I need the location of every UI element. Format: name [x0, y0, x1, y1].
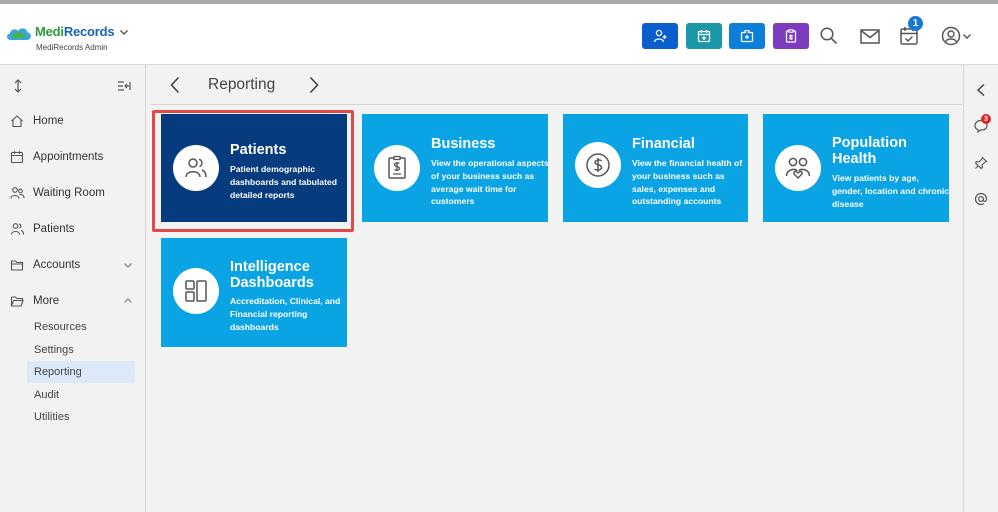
sidebar-subitem-audit[interactable]: Audit [27, 384, 135, 406]
sidebar-item-label: Accounts [33, 259, 81, 271]
sidebar-subitem-utilities[interactable]: Utilities [27, 406, 135, 428]
patients-icon [173, 145, 219, 191]
dashboard-layout-icon [173, 268, 219, 314]
at-sign-icon [974, 192, 988, 206]
right-rail: 3 [963, 65, 998, 512]
tile-business[interactable]: Business View the operational aspects of… [362, 114, 549, 222]
chevron-up-icon [124, 298, 132, 303]
back-button[interactable] [167, 75, 183, 95]
chevron-right-icon [309, 76, 319, 94]
sidebar-item-label: Waiting Room [33, 187, 105, 199]
new-appointment-button[interactable] [686, 23, 722, 49]
collapse-sidebar-button[interactable] [116, 78, 132, 94]
pin-button[interactable] [972, 154, 990, 172]
search-button[interactable] [817, 24, 841, 48]
tile-intelligence-dashboards[interactable]: Intelligence Dashboards Accreditation, C… [161, 238, 347, 347]
app-header: MediRecords MediRecords Admin 1 [0, 4, 998, 65]
folder-open-icon [9, 293, 25, 309]
tile-description: View the financial health of your busine… [632, 158, 743, 207]
expand-panel-button[interactable] [972, 81, 990, 99]
forward-button[interactable] [306, 75, 322, 95]
folder-icon [9, 257, 25, 273]
sidebar-item-patients[interactable]: Patients [9, 218, 137, 240]
sidebar-subitem-reporting[interactable]: Reporting [27, 361, 135, 383]
tile-patients[interactable]: Patients Patient demographic dashboards … [161, 114, 347, 222]
sidebar-item-more[interactable]: More [9, 290, 137, 312]
pin-icon [974, 156, 988, 170]
people-heart-icon [775, 145, 821, 191]
sidebar-item-waiting-room[interactable]: Waiting Room [9, 182, 137, 204]
sidebar-item-label: More [33, 295, 60, 307]
resize-vertical-button[interactable] [10, 78, 26, 94]
user-menu-button[interactable] [937, 24, 975, 48]
person-add-icon [653, 29, 667, 43]
collapse-menu-icon [118, 81, 131, 91]
chevron-left-icon [976, 83, 985, 97]
people-icon [9, 185, 25, 201]
tile-population-health[interactable]: Population Health View patients by age, … [763, 114, 949, 222]
sidebar-item-accounts[interactable]: Accounts [9, 254, 137, 276]
tile-description: View patients by age, gender, location a… [832, 173, 949, 209]
chevron-down-icon [124, 263, 132, 268]
page-title: Reporting [208, 76, 276, 93]
sidebar-item-home[interactable]: Home [9, 110, 137, 132]
clipboard-icon [785, 29, 797, 43]
mention-button[interactable] [972, 190, 990, 208]
search-icon [820, 27, 838, 45]
chevron-down-icon [963, 34, 971, 39]
calendar-icon [9, 149, 25, 165]
add-patient-button[interactable] [642, 23, 678, 49]
sidebar-subitem-settings[interactable]: Settings [27, 339, 135, 361]
tile-title: Business [431, 136, 496, 152]
messages-button[interactable] [858, 24, 882, 48]
sidebar-item-label: Appointments [33, 151, 104, 163]
brand-name: MediRecords [35, 24, 115, 39]
tile-title: Intelligence Dashboards [230, 259, 314, 291]
calendar-add-icon [697, 30, 711, 43]
chevron-down-icon [120, 30, 129, 35]
sidebar-item-label: Home [33, 115, 64, 127]
sidebar-subitem-resources[interactable]: Resources [27, 316, 135, 338]
tile-description: Accreditation, Clinical, and Financial r… [230, 296, 341, 332]
sidebar: Home Appointments Waiting Room Patients … [0, 65, 146, 512]
user-avatar-icon [941, 26, 961, 46]
cloud-logo-icon [7, 28, 31, 40]
tile-title: Financial [632, 136, 695, 152]
brand-switcher[interactable]: MediRecords MediRecords Admin [5, 24, 129, 60]
sidebar-item-label: Patients [33, 223, 75, 235]
tile-description: Patient demographic dashboards and tabul… [230, 164, 337, 200]
tile-financial[interactable]: Financial View the financial health of y… [563, 114, 748, 222]
medical-kit-button[interactable] [729, 23, 765, 49]
tile-title: Patients [230, 142, 287, 158]
home-icon [9, 113, 25, 129]
mail-icon [860, 29, 880, 44]
sidebar-item-appointments[interactable]: Appointments [9, 146, 137, 168]
brand-subtitle: MediRecords Admin [36, 43, 108, 52]
chevron-left-icon [170, 76, 180, 94]
tile-title: Population Health [832, 135, 907, 167]
tile-description: View the operational aspects of your bus… [431, 158, 549, 207]
notification-badge: 1 [908, 16, 923, 31]
chat-badge: 3 [981, 114, 991, 124]
medical-kit-icon [740, 30, 754, 43]
patients-icon [9, 221, 25, 237]
dollar-coin-icon [575, 142, 621, 188]
breadcrumb: Reporting [150, 65, 962, 105]
clipboard-task-button[interactable] [773, 23, 809, 49]
arrows-vertical-icon [14, 79, 22, 93]
invoice-dollar-icon [374, 145, 420, 191]
